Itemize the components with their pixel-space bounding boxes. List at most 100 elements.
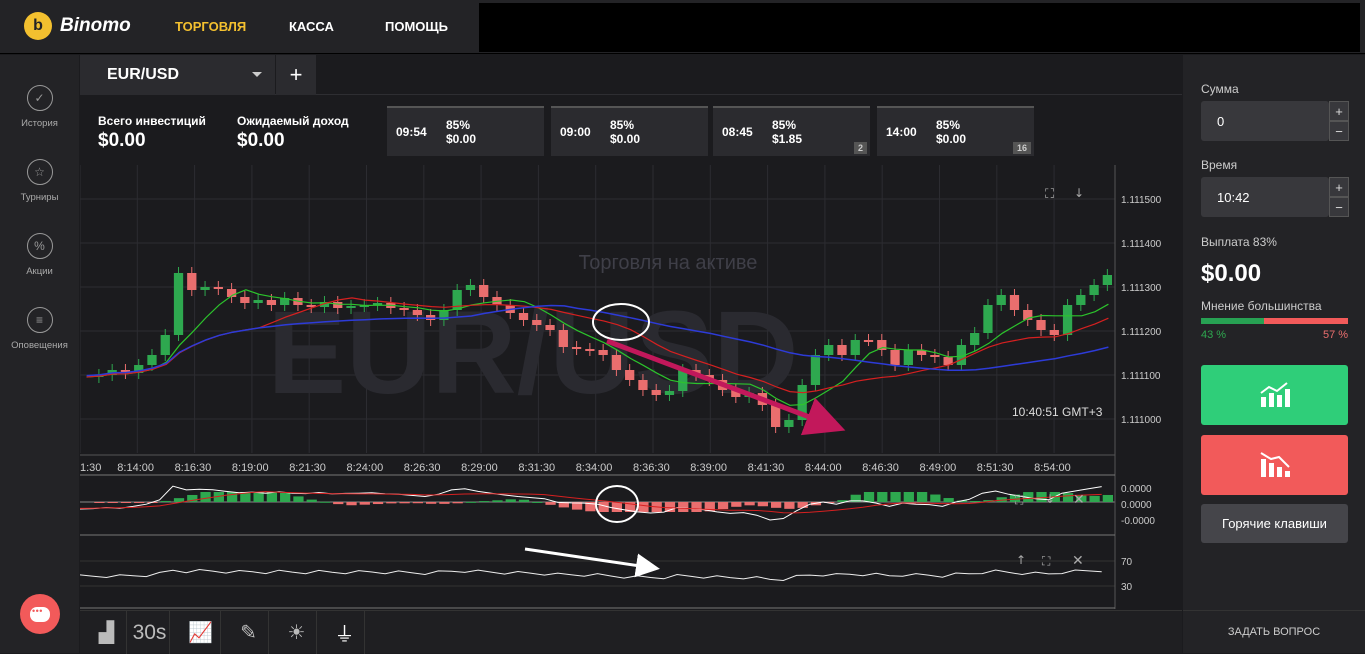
add-asset-button[interactable]: + <box>276 55 316 95</box>
time-tick-label: 8:19:00 <box>232 462 269 474</box>
time-tick-label: 8:14:00 <box>117 462 154 474</box>
candle <box>532 320 542 325</box>
nav-cashier[interactable]: КАССА <box>289 19 334 34</box>
time-tick-label: 8:51:30 <box>977 462 1014 474</box>
macd-bar <box>717 502 729 510</box>
candle <box>213 287 223 289</box>
macd-bar <box>120 502 132 503</box>
candle <box>558 330 568 347</box>
close-icon[interactable]: ✕ <box>1073 492 1085 508</box>
macd-tick-label: 0.0000 <box>1121 484 1152 495</box>
time-increase-button[interactable]: + <box>1329 177 1349 197</box>
candle <box>173 273 184 335</box>
expiration-amount: $1.85 <box>772 132 803 146</box>
candle <box>1036 320 1046 330</box>
ask-question-button[interactable]: ЗАДАТЬ ВОПРОС <box>1183 610 1365 653</box>
hotkeys-button[interactable]: Горячие клавиши <box>1201 504 1348 543</box>
candle <box>518 313 529 320</box>
macd-bar <box>1089 495 1100 502</box>
fullscreen-icon[interactable]: ⛶ <box>1041 554 1051 568</box>
majority-bar <box>1201 318 1348 324</box>
arrow-up-icon[interactable]: ↑ <box>1016 553 1026 567</box>
time-input[interactable]: 10:42 <box>1201 177 1329 217</box>
list-icon: ≡ <box>26 307 53 333</box>
price-tick-label: 1.111400 <box>1121 239 1162 250</box>
time-decrease-button[interactable]: − <box>1329 197 1349 217</box>
time-tick-label: 8:24:00 <box>347 462 384 474</box>
sum-input[interactable]: 0 <box>1201 101 1329 141</box>
sum-increase-button[interactable]: + <box>1329 101 1349 121</box>
chart-type-icon[interactable]: ▟ <box>87 611 127 654</box>
fullscreen-icon[interactable]: ⛶ <box>1044 187 1055 202</box>
asset-tabs: EUR/USD + <box>80 55 1182 95</box>
candle <box>571 347 582 349</box>
chart-clock: 10:40:51 GMT+3 <box>1012 405 1103 419</box>
chart-down-icon <box>1259 452 1290 477</box>
drawing-tools-icon[interactable]: ✎ <box>229 611 269 654</box>
candle <box>837 345 847 355</box>
chat-button[interactable] <box>20 594 60 634</box>
time-tick-label: 8:31:30 <box>518 462 555 474</box>
total-investment: Всего инвестиций $0.00 <box>98 114 206 152</box>
price-chart[interactable]: EUR/USD Торговля на активе 0.00000.0000-… <box>80 165 1182 609</box>
expiration-card[interactable]: 09:54 85% $0.00 <box>387 106 544 156</box>
down-button[interactable] <box>1201 435 1348 495</box>
indicators-icon[interactable]: 📈 <box>181 611 221 654</box>
chevron-down-icon[interactable] <box>252 72 262 77</box>
macd-bar <box>465 501 477 503</box>
macd-bar <box>691 502 702 512</box>
nav-trade[interactable]: ТОРГОВЛЯ <box>175 19 246 34</box>
nav-help[interactable]: ПОМОЩЬ <box>385 19 448 34</box>
candle <box>585 349 595 351</box>
time-tick-label: 8:34:00 <box>576 462 613 474</box>
expiration-amount: $0.00 <box>610 132 641 146</box>
arrow-down-icon[interactable]: ↓ <box>1074 186 1084 200</box>
plugin-icon[interactable]: ⏚ <box>325 611 365 654</box>
sidebar-item-promotions[interactable]: % Акции <box>0 233 79 277</box>
expiration-card[interactable]: 14:00 85% $0.00 16 <box>877 106 1034 156</box>
time-tick-label: 8:21:30 <box>289 462 326 474</box>
time-tick-label: 8:36:30 <box>633 462 670 474</box>
candle <box>266 300 277 305</box>
macd-bar <box>173 498 185 502</box>
arrow-down-icon[interactable]: ↓ <box>1045 492 1055 506</box>
candle <box>399 308 409 310</box>
macd-bar <box>1102 494 1113 502</box>
close-icon[interactable]: ✕ <box>1072 553 1084 569</box>
macd-bar <box>452 502 463 504</box>
total-investment-label: Всего инвестиций <box>98 114 206 128</box>
sidebar-item-history[interactable]: ✓ История <box>0 85 79 129</box>
check-circle-icon: ✓ <box>26 85 53 111</box>
logo[interactable]: b Binomo <box>24 12 131 40</box>
sum-decrease-button[interactable]: − <box>1329 121 1349 141</box>
macd-bar <box>479 501 490 503</box>
candle <box>1076 295 1086 305</box>
up-button[interactable] <box>1201 365 1348 425</box>
candle <box>771 405 781 427</box>
time-tick-label: 8:49:00 <box>920 462 957 474</box>
rsi-line <box>80 568 1102 582</box>
sidebar-item-label: Турниры <box>20 192 59 203</box>
candle <box>863 340 874 342</box>
sidebar-item-tournaments[interactable]: ☆ Турниры <box>0 159 79 203</box>
macd-tick-label: -0.0000 <box>1121 516 1155 527</box>
timeframe-button[interactable]: 30s <box>130 611 170 654</box>
expiration-card[interactable]: 08:45 85% $1.85 2 <box>713 106 870 156</box>
sidebar-item-notifications[interactable]: ≡ Оповещения <box>0 307 79 351</box>
candle <box>1102 275 1112 285</box>
expiration-card[interactable]: 09:00 85% $0.00 <box>551 106 708 156</box>
candle <box>611 355 622 370</box>
candle <box>187 273 197 290</box>
time-tick-label: 8:29:00 <box>461 462 498 474</box>
payout-label: Выплата 83% <box>1201 235 1277 249</box>
macd-bar <box>412 502 423 504</box>
candle <box>996 295 1006 305</box>
price-tick-label: 1.111200 <box>1121 327 1162 338</box>
fullscreen-icon[interactable]: ⛶ <box>1014 493 1024 507</box>
macd-panel: 0.0000 0.0000 -0.0000 <box>80 484 1155 527</box>
brightness-icon[interactable]: ☀ <box>277 611 317 654</box>
top-bar: b Binomo ТОРГОВЛЯ КАССА ПОМОЩЬ <box>0 0 1365 54</box>
macd-bar <box>863 492 875 502</box>
asset-tab[interactable]: EUR/USD <box>80 55 275 95</box>
macd-bar <box>505 499 516 502</box>
